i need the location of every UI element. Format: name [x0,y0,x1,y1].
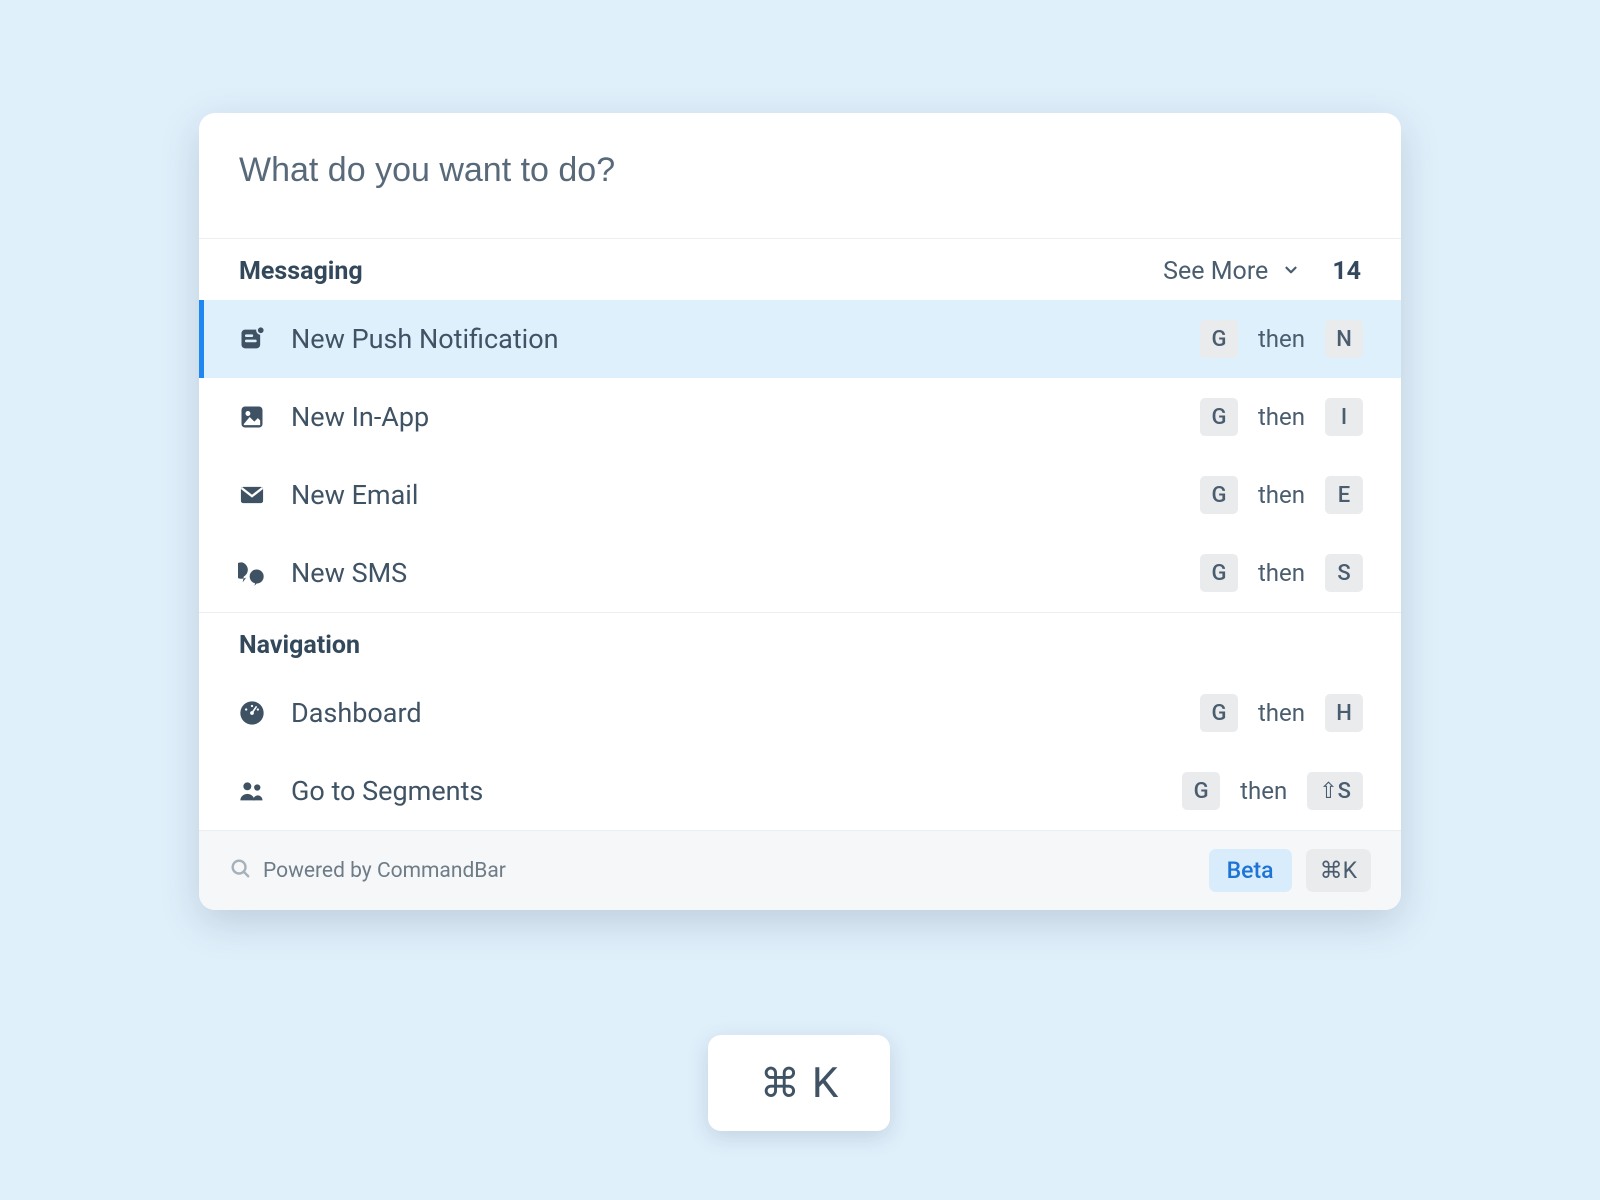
cmd-label: Dashboard [291,697,1200,729]
then-label: then [1258,481,1305,509]
push-notification-icon [237,324,267,354]
see-more-button[interactable]: See More 14 [1163,257,1361,286]
cmd-go-to-segments[interactable]: Go to Segments G then ⇧S [199,752,1401,830]
powered-by: Powered by CommandBar [229,857,506,885]
footer-shortcut: ⌘K [1306,849,1371,892]
email-icon [237,480,267,510]
then-label: then [1258,325,1305,353]
shortcut-hint: ⌘ K [708,1035,890,1131]
then-label: then [1258,559,1305,587]
section-header-navigation: Navigation [199,612,1401,674]
sms-icon [237,558,267,588]
shortcut: G then E [1200,476,1363,514]
section-title: Messaging [239,257,1163,286]
search-area [199,113,1401,238]
command-palette: Messaging See More 14 New Push Notificat… [199,113,1401,910]
navigation-list: Dashboard G then H Go to Segments G then… [199,674,1401,830]
kbd-key: G [1200,554,1238,592]
see-more-label: See More [1163,257,1268,286]
cmd-new-email[interactable]: New Email G then E [199,456,1401,534]
cmd-new-push-notification[interactable]: New Push Notification G then N [199,300,1401,378]
cmd-label: New Email [291,479,1200,511]
hint-key-label: K [812,1059,838,1108]
cmd-label: New SMS [291,557,1200,589]
cmd-new-in-app[interactable]: New In-App G then I [199,378,1401,456]
shortcut: G then ⇧S [1182,772,1363,810]
kbd-key: N [1325,320,1363,358]
shortcut: G then H [1200,694,1363,732]
chevron-down-icon [1282,257,1300,286]
cmd-label: New Push Notification [291,323,1200,355]
cmd-dashboard[interactable]: Dashboard G then H [199,674,1401,752]
then-label: then [1258,699,1305,727]
shortcut: G then S [1200,554,1363,592]
segments-icon [237,776,267,806]
cmd-label: Go to Segments [291,775,1182,807]
in-app-icon [237,402,267,432]
then-label: then [1240,777,1287,805]
beta-badge[interactable]: Beta [1209,849,1292,892]
see-more-count: 14 [1332,257,1361,286]
kbd-key: G [1182,772,1220,810]
kbd-key: G [1200,476,1238,514]
kbd-key: E [1325,476,1363,514]
section-title: Navigation [239,631,1361,660]
kbd-key: G [1200,320,1238,358]
search-input[interactable] [239,151,1361,190]
commandbar-logo-icon [229,857,251,885]
kbd-key: ⇧S [1307,772,1363,810]
powered-by-label: Powered by CommandBar [263,859,506,883]
section-header-messaging: Messaging See More 14 [199,238,1401,300]
kbd-key: S [1325,554,1363,592]
shortcut: G then N [1200,320,1363,358]
then-label: then [1258,403,1305,431]
command-icon: ⌘ [760,1060,800,1107]
palette-footer: Powered by CommandBar Beta ⌘K [199,830,1401,910]
kbd-key: G [1200,694,1238,732]
cmd-label: New In-App [291,401,1200,433]
shortcut: G then I [1200,398,1363,436]
kbd-key: I [1325,398,1363,436]
cmd-new-sms[interactable]: New SMS G then S [199,534,1401,612]
dashboard-icon [237,698,267,728]
kbd-key: H [1325,694,1363,732]
messaging-list: New Push Notification G then N New In-Ap… [199,300,1401,612]
kbd-key: G [1200,398,1238,436]
